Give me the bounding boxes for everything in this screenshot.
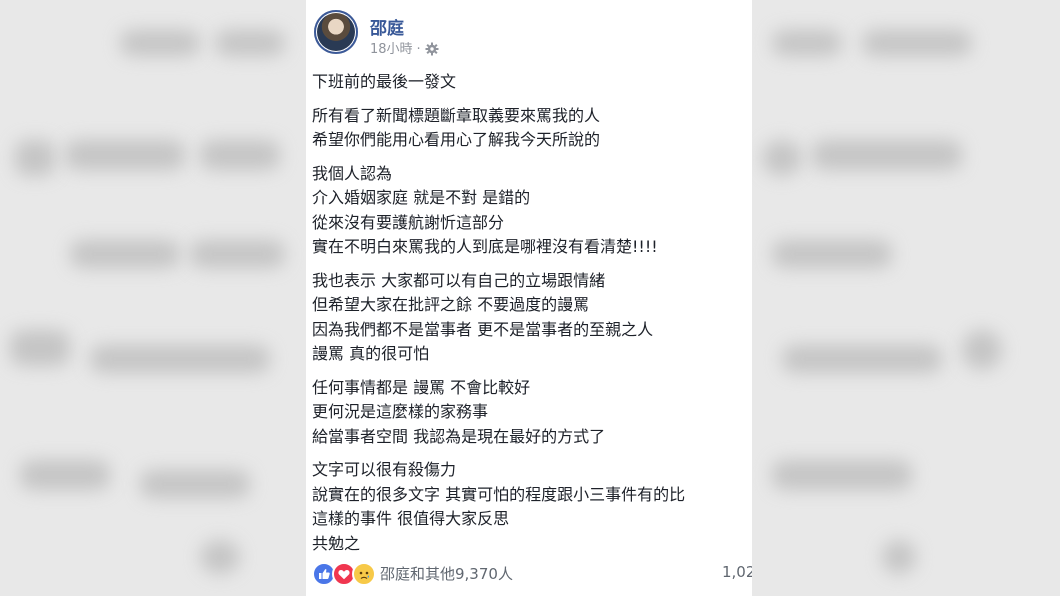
post-text: 下班前的最後一發文 所有看了新聞標題斷章取義要來罵我的人 希望你們能用心看用心了… — [312, 70, 748, 565]
post-header: 邵庭 18小時 · — [314, 10, 734, 58]
text-line: 給當事者空間 我認為是現在最好的方式了 — [312, 426, 606, 446]
text-line: 希望你們能用心看用心了解我今天所說的 — [312, 130, 601, 149]
text-line: 文字可以很有殺傷力 — [312, 460, 457, 479]
text-line: 所有看了新聞標題斷章取義要來罵我的人 — [312, 105, 601, 125]
text-line: 但希望大家在批評之餘 不要過度的謾罵 — [312, 295, 590, 314]
reaction-icons[interactable] — [312, 562, 378, 586]
text-line: 從來沒有要護航謝忻這部分 — [312, 212, 505, 232]
text-line: 實在不明白來罵我的人到底是哪裡沒有看清楚!!!! — [312, 237, 658, 256]
text-line: 說實在的很多文字 其實可怕的程度跟小三事件有的比 — [312, 484, 686, 504]
paragraph: 下班前的最後一發文 — [312, 70, 748, 95]
text-line: 我也表示 大家都可以有自己的立場跟情緒 — [312, 270, 606, 290]
blurred-background-right — [752, 0, 1060, 596]
text-line: 更何況是這麼樣的家務事 — [312, 402, 489, 421]
paragraph: 所有看了新聞標題斷章取義要來罵我的人 希望你們能用心看用心了解我今天所說的 — [312, 104, 748, 153]
paragraph: 我也表示 大家都可以有自己的立場跟情緒 但希望大家在批評之餘 不要過度的謾罵 因… — [312, 269, 748, 367]
facebook-post: 邵庭 18小時 · 下班前的最後一發文 所有看了新聞標題斷章取義要來罵我的人 希望… — [306, 0, 752, 596]
sad-icon[interactable] — [352, 562, 376, 586]
author-avatar[interactable] — [314, 10, 358, 54]
text-line: 任何事情都是 謾罵 不會比較好 — [312, 377, 531, 397]
paragraph: 任何事情都是 謾罵 不會比較好 更何況是這麼樣的家務事 給當事者空間 我認為是現… — [312, 376, 748, 450]
text-line: 下班前的最後一發文 — [312, 72, 457, 91]
reaction-count[interactable]: 邵庭和其他9,370人 — [380, 563, 513, 584]
text-line: 因為我們都不是當事者 更不是當事者的至親之人 — [312, 319, 654, 339]
text-line: 介入婚姻家庭 就是不對 是錯的 — [312, 188, 531, 207]
author-name[interactable]: 邵庭 — [370, 14, 404, 39]
post-timestamp[interactable]: 18小時 — [370, 42, 413, 57]
meta-separator: · — [416, 42, 421, 57]
post-meta: 18小時 · — [370, 38, 439, 60]
text-line: 我個人認為 — [312, 163, 393, 183]
comment-count[interactable]: 1,02 — [722, 563, 752, 581]
paragraph: 我個人認為 介入婚姻家庭 就是不對 是錯的 從來沒有要護航謝忻這部分 實在不明白… — [312, 162, 748, 260]
blurred-background-left — [0, 0, 306, 596]
gear-icon[interactable] — [425, 42, 439, 60]
text-line: 謾罵 真的很可怕 — [312, 344, 430, 363]
post-footer: 邵庭和其他9,370人 1,02 — [312, 560, 752, 588]
paragraph: 文字可以很有殺傷力 說實在的很多文字 其實可怕的程度跟小三事件有的比 這樣的事件… — [312, 458, 748, 556]
text-line: 共勉之 — [312, 533, 361, 553]
text-line: 這樣的事件 很值得大家反思 — [312, 509, 510, 528]
